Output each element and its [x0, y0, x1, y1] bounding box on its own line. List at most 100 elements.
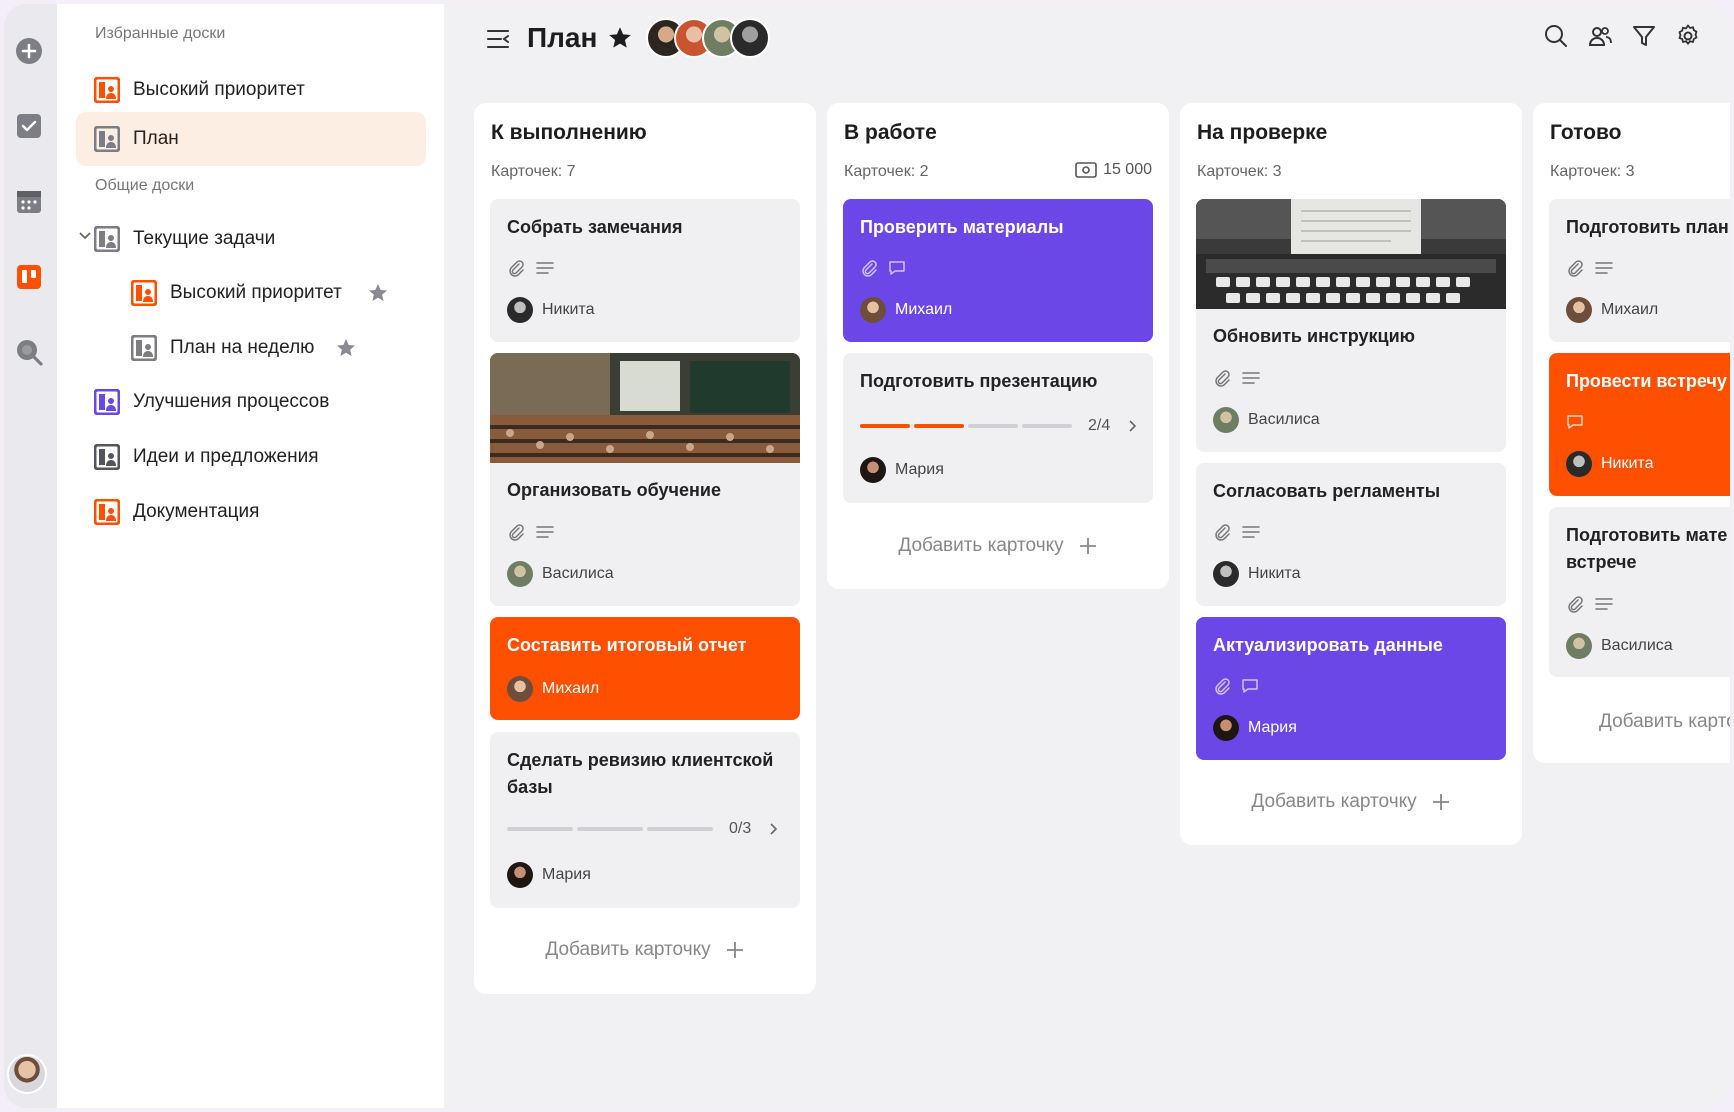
chevron-right-icon[interactable]	[769, 822, 779, 836]
add-card-label: Добавить карточку	[1599, 711, 1730, 732]
assignee-name: Никита	[1248, 565, 1301, 582]
assignee-name: Мария	[895, 461, 944, 478]
card-title: Организовать обучение	[507, 480, 721, 500]
assignee-name: Василиса	[542, 565, 614, 582]
progress-segment	[968, 424, 1018, 428]
card-title-line: встрече	[1566, 552, 1637, 572]
search-icon[interactable]	[1544, 24, 1568, 48]
card-meta	[1566, 595, 1614, 613]
card-meta	[860, 259, 906, 277]
avatar[interactable]	[730, 18, 770, 58]
avatar	[507, 561, 533, 587]
attachment-icon	[1215, 524, 1230, 541]
card-assignee: Никита	[1213, 561, 1300, 587]
card-assignee: Василиса	[1213, 407, 1320, 433]
avatar	[507, 862, 533, 888]
sidebar-item-process-improvements[interactable]: Улучшения процессов	[94, 375, 444, 429]
board-icon	[94, 226, 120, 252]
card-title: Сделать ревизию клиентской базы	[507, 747, 773, 801]
sidebar-item-plan[interactable]: План	[76, 112, 426, 166]
card[interactable]: Согласовать регламенты Никита	[1196, 463, 1506, 606]
sidebar-item-label: План	[133, 128, 179, 149]
sidebar-item-current-tasks[interactable]: Текущие задачи	[76, 212, 426, 266]
chevron-right-icon[interactable]	[1128, 419, 1138, 433]
sidebar-item-label: Идеи и предложения	[133, 446, 319, 467]
description-icon	[1242, 526, 1260, 538]
user-avatar[interactable]	[7, 1054, 47, 1094]
progress-text: 2/4	[1088, 417, 1111, 434]
boards-icon[interactable]	[14, 262, 44, 292]
card-title: Составить итоговый отчет	[507, 635, 747, 655]
description-icon	[536, 526, 554, 538]
collapse-menu-icon[interactable]	[486, 28, 510, 50]
card[interactable]: Составить итоговый отчет Михаил	[490, 617, 800, 720]
star-icon[interactable]	[336, 338, 356, 358]
avatar	[507, 297, 533, 323]
avatar	[1213, 715, 1239, 741]
card[interactable]: Актуализировать данные Мария	[1196, 617, 1506, 760]
star-icon[interactable]	[368, 283, 388, 303]
column-title: К выполнению	[491, 121, 647, 144]
avatar	[1566, 633, 1592, 659]
money-icon	[1075, 162, 1097, 178]
column-title: В работе	[844, 121, 937, 144]
card[interactable]: Подготовить мате встрече Василиса	[1549, 507, 1730, 677]
board-icon	[131, 335, 157, 361]
card-assignee: Мария	[1213, 715, 1297, 741]
comment-icon	[889, 261, 905, 275]
card[interactable]: Сделать ревизию клиентской базы 0/3 Мари…	[490, 732, 800, 908]
card-title-line: Сделать ревизию клиентской	[507, 750, 774, 770]
plus-icon	[1432, 794, 1449, 810]
tasks-icon[interactable]	[14, 111, 44, 141]
board-icon	[131, 280, 157, 306]
card-meta	[1213, 369, 1261, 387]
column-budget: 15 000	[1075, 161, 1152, 179]
card[interactable]: Организовать обучение Василиса	[490, 353, 800, 606]
avatar	[1213, 561, 1239, 587]
attachment-icon	[509, 524, 524, 541]
add-icon[interactable]	[14, 36, 44, 66]
sidebar-item-high-priority-fav[interactable]: Высокий приоритет	[94, 63, 444, 117]
description-icon	[536, 262, 554, 274]
sidebar-item-high-priority[interactable]: Высокий приоритет	[131, 266, 426, 320]
add-card-button[interactable]: Добавить карточку	[474, 939, 816, 961]
sidebar-item-week-plan[interactable]: План на неделю	[131, 321, 426, 375]
checklist-progress[interactable]: 2/4	[860, 417, 1138, 435]
card-title: Актуализировать данные	[1213, 635, 1443, 655]
gear-icon[interactable]	[1676, 24, 1700, 48]
avatar	[1566, 297, 1592, 323]
card[interactable]: Собрать замечания Никита	[490, 199, 800, 342]
sidebar-item-label: Высокий приоритет	[170, 282, 342, 303]
add-card-button[interactable]: Добавить карточку	[1599, 711, 1730, 733]
sidebar-item-label: План на неделю	[170, 337, 315, 358]
card-cover-image	[1196, 199, 1506, 309]
sidebar-item-label: Текущие задачи	[133, 228, 276, 249]
budget-value: 15 000	[1103, 161, 1152, 178]
chevron-down-icon[interactable]	[78, 229, 92, 243]
card[interactable]: Подготовить презентацию 2/4 Мария	[843, 353, 1153, 503]
search-knowledge-icon[interactable]	[14, 337, 44, 367]
card[interactable]: Проверить материалы Михаил	[843, 199, 1153, 342]
card[interactable]: Обновить инструкцию Василиса	[1196, 199, 1506, 452]
members-icon[interactable]	[1588, 24, 1612, 48]
sidebar-item-ideas[interactable]: Идеи и предложения	[94, 430, 444, 484]
add-card-button[interactable]: Добавить карточку	[1180, 791, 1522, 813]
card-title: Подготовить мате встрече	[1566, 522, 1727, 576]
assignee-name: Мария	[1248, 719, 1297, 736]
description-icon	[1595, 262, 1613, 274]
add-card-button[interactable]: Добавить карточку	[827, 535, 1169, 557]
checklist-progress[interactable]: 0/3	[507, 820, 779, 838]
progress-segment	[1022, 424, 1072, 428]
column-todo: К выполнению Карточек: 7 Собрать замечан…	[474, 103, 816, 994]
star-icon[interactable]	[608, 26, 632, 50]
card[interactable]: Провести встречу Никита	[1549, 353, 1730, 496]
assignee-name: Михаил	[895, 301, 953, 318]
avatar	[860, 297, 886, 323]
assignee-name: Мария	[542, 866, 591, 883]
plus-icon	[1079, 538, 1096, 554]
board-icon	[94, 444, 120, 470]
sidebar-item-documentation[interactable]: Документация	[94, 485, 444, 539]
calendar-icon[interactable]	[14, 187, 44, 217]
card[interactable]: Подготовить план Михаил	[1549, 199, 1730, 342]
filter-icon[interactable]	[1632, 24, 1656, 48]
